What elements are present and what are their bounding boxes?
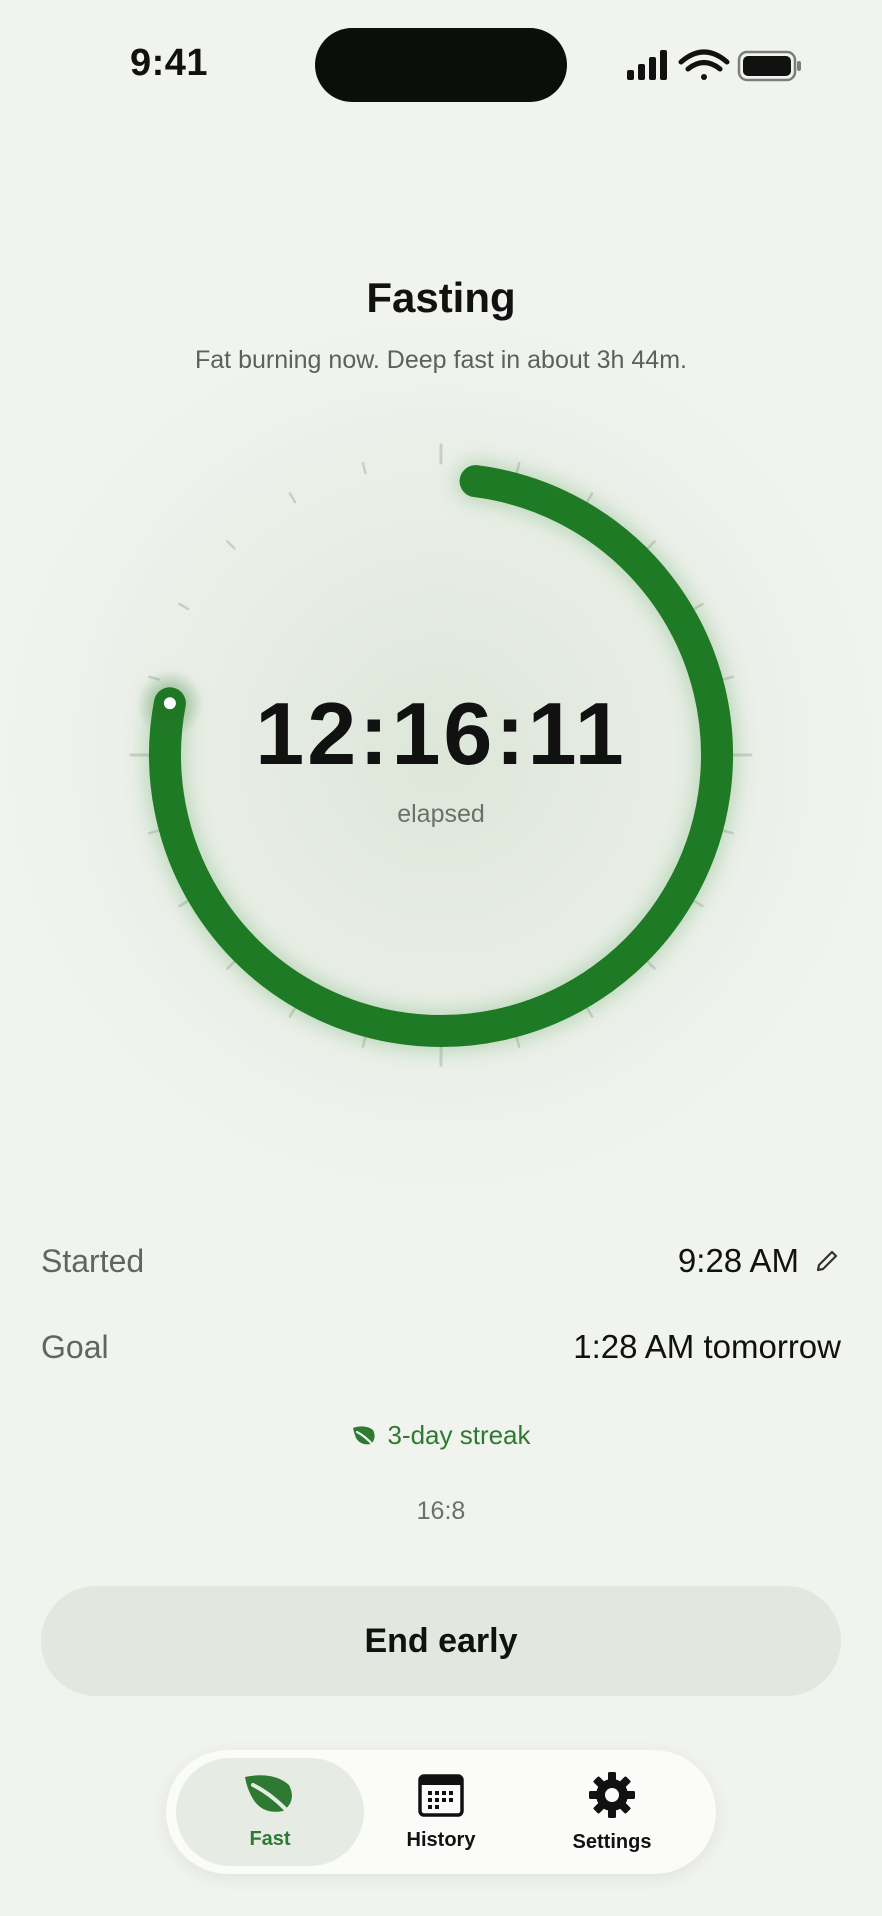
tab-fast-label: Fast — [249, 1828, 291, 1850]
plan-ratio: 16:8 — [416, 1497, 466, 1525]
goal-row: Goal 1:28 AM tomorrow — [41, 1322, 841, 1372]
tab-history-label: History — [406, 1829, 476, 1851]
ring-tick — [226, 540, 236, 550]
wifi-icon — [678, 49, 730, 80]
started-value-group[interactable]: 9:28 AM — [678, 1242, 841, 1280]
elapsed-timer: 12:16:11 — [255, 684, 627, 783]
streak-badge: 3-day streak — [0, 1420, 882, 1451]
pencil-icon[interactable] — [813, 1247, 841, 1275]
calendar-icon — [417, 1772, 465, 1823]
goal-value: 1:28 AM tomorrow — [573, 1328, 841, 1365]
tab-bar: Fast History Settings — [166, 1750, 716, 1874]
elapsed-caption: elapsed — [397, 800, 485, 828]
goal-label: Goal — [41, 1328, 109, 1365]
phase-subtitle: Fat burning now. Deep fast in about 3h 4… — [195, 346, 687, 374]
tab-settings[interactable]: Settings — [518, 1758, 706, 1866]
leaf-icon — [243, 1773, 297, 1822]
end-early-button[interactable]: End early — [41, 1586, 841, 1696]
gear-icon — [587, 1770, 637, 1825]
tab-fast[interactable]: Fast — [176, 1758, 364, 1866]
tab-settings-label: Settings — [572, 1831, 652, 1853]
streak-label: 3-day streak — [387, 1420, 531, 1450]
tab-history[interactable]: History — [347, 1758, 535, 1866]
ring-tick — [178, 602, 190, 611]
started-label: Started — [41, 1242, 145, 1279]
dynamic-island — [315, 28, 567, 102]
ring-tick — [288, 492, 297, 504]
status-icons — [625, 48, 805, 89]
page-title: Fasting — [366, 274, 516, 321]
started-row: Started 9:28 AM — [41, 1236, 841, 1286]
started-value[interactable]: 9:28 AM — [678, 1242, 799, 1280]
cellular-signal-icon — [627, 50, 667, 80]
leaf-icon — [351, 1424, 377, 1448]
status-time: 9:41 — [130, 42, 209, 84]
ring-tick — [361, 462, 367, 475]
battery-icon — [737, 50, 801, 82]
